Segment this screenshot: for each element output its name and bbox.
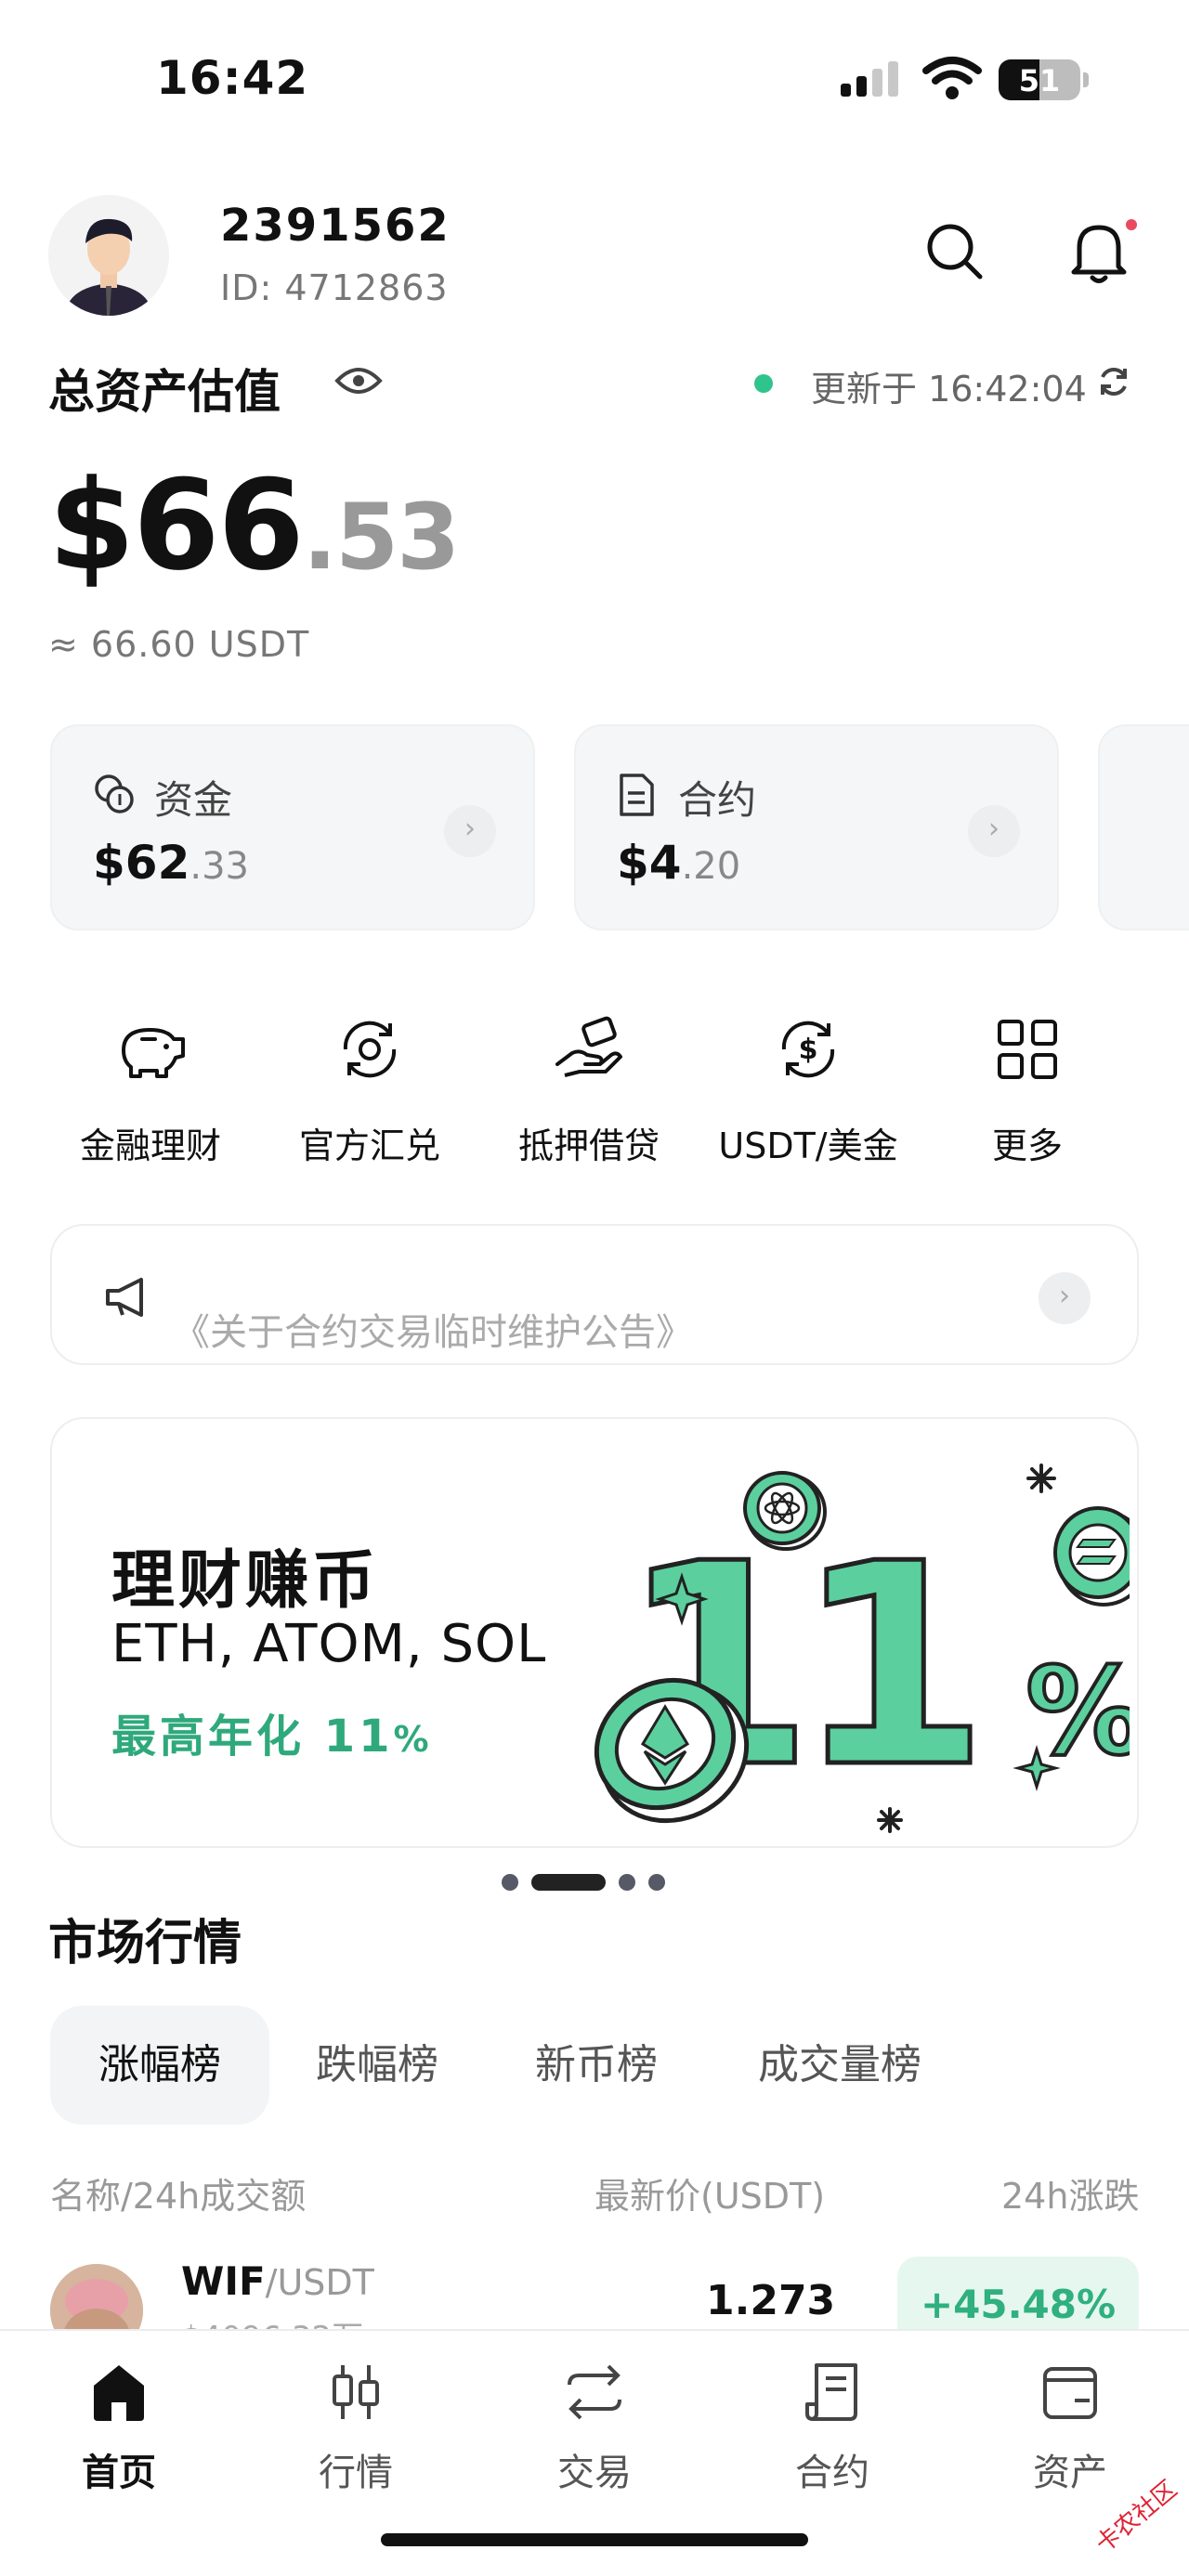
battery-cap [1083, 72, 1089, 87]
refresh-icon[interactable] [1096, 364, 1131, 403]
quick-action-loan[interactable]: 抵押借贷 [487, 1008, 691, 1168]
document-icon [617, 773, 656, 821]
promo-banner[interactable]: 理财赚币 ETH, ATOM, SOL 最高年化 11% 11 % [50, 1417, 1139, 1848]
battery-icon: 51 [999, 59, 1080, 100]
wallet-icon [977, 2355, 1163, 2429]
coin-symbol: WIF/USDT [181, 2258, 374, 2304]
quick-action-usdt-usd[interactable]: $ USDT/美金 [706, 1008, 910, 1168]
nav-trade[interactable]: 交易 [502, 2355, 687, 2496]
quick-action-exchange[interactable]: 官方汇兑 [268, 1008, 472, 1168]
nav-assets[interactable]: 资产 [977, 2355, 1163, 2496]
asterisk-icon [877, 1807, 903, 1833]
banner-rate: 最高年化 11% [111, 1711, 433, 1763]
tab-new-coins[interactable]: 新币榜 [487, 2006, 706, 2125]
announcement-text: 《关于合约交易临时维护公告》 [173, 1311, 693, 1354]
wifi-icon [922, 56, 982, 104]
funds-card[interactable]: 资金 $62.33 › [50, 724, 535, 930]
quick-action-more[interactable]: 更多 [925, 1008, 1130, 1168]
nav-market[interactable]: 行情 [263, 2355, 449, 2496]
quick-action-wealth[interactable]: 金融理财 [48, 1008, 253, 1168]
banner-illustration: 11 % [572, 1438, 1137, 1841]
total-balance: $66.53 [48, 453, 460, 598]
next-card-peek[interactable] [1098, 724, 1189, 930]
carousel-indicator[interactable] [502, 1874, 665, 1891]
chevron-right-icon: › [1039, 1272, 1091, 1324]
banner-subtitle: ETH, ATOM, SOL [111, 1614, 547, 1674]
updated-time: 更新于 16:42:04 [811, 369, 1087, 410]
loan-hand-icon [487, 1008, 691, 1091]
announcement-bar[interactable]: 《关于合约交易临时维护公告》 › [50, 1224, 1139, 1365]
svg-text:$: $ [799, 1034, 818, 1066]
column-header-change: 24h涨跌 [1001, 2176, 1140, 2217]
user-id: ID: 4712863 [220, 267, 449, 308]
column-header-name: 名称/24h成交额 [50, 2176, 307, 2217]
dollar-convert-icon: $ [706, 1008, 910, 1091]
total-assets-title: 总资产估值 [48, 365, 281, 419]
swap-icon [502, 2355, 687, 2429]
exchange-icon [268, 1008, 472, 1091]
market-title: 市场行情 [48, 1916, 242, 1971]
candlestick-icon [263, 2355, 449, 2429]
grid-icon [925, 1008, 1130, 1091]
banner-title: 理财赚币 [111, 1544, 380, 1618]
funds-value: $62.33 [93, 836, 249, 890]
column-header-price: 最新价(USDT) [594, 2176, 826, 2217]
nav-home[interactable]: 首页 [26, 2355, 212, 2496]
contract-doc-icon [739, 2355, 925, 2429]
notification-bell-icon[interactable] [1068, 218, 1130, 289]
username: 2391562 [220, 200, 451, 252]
notification-dot [1123, 216, 1140, 233]
eye-icon[interactable] [334, 364, 383, 401]
piggy-bank-icon [48, 1008, 253, 1091]
atom-coin-icon [743, 1471, 827, 1551]
coins-icon [93, 773, 136, 819]
chevron-right-icon: › [444, 805, 496, 857]
live-status-dot [754, 374, 773, 393]
sol-coin-icon [1053, 1506, 1137, 1607]
balance-usdt: ≈ 66.60 USDT [48, 624, 310, 665]
status-time: 16:42 [156, 51, 309, 105]
chevron-right-icon: › [968, 805, 1020, 857]
tab-losers[interactable]: 跌幅榜 [268, 2006, 487, 2125]
asterisk-icon [1026, 1464, 1056, 1493]
coin-price: 1.273 [706, 2277, 836, 2324]
contract-value: $4.20 [617, 836, 741, 890]
home-indicator [381, 2533, 808, 2546]
tab-volume[interactable]: 成交量榜 [710, 2006, 970, 2125]
megaphone-icon [104, 1276, 152, 1322]
contract-card[interactable]: 合约 $4.20 › [574, 724, 1059, 930]
home-icon [26, 2355, 212, 2429]
search-icon[interactable] [924, 221, 986, 286]
avatar[interactable] [48, 195, 169, 316]
cellular-signal-icon [841, 61, 898, 97]
nav-contract[interactable]: 合约 [739, 2355, 925, 2496]
tab-gainers[interactable]: 涨幅榜 [50, 2006, 269, 2125]
